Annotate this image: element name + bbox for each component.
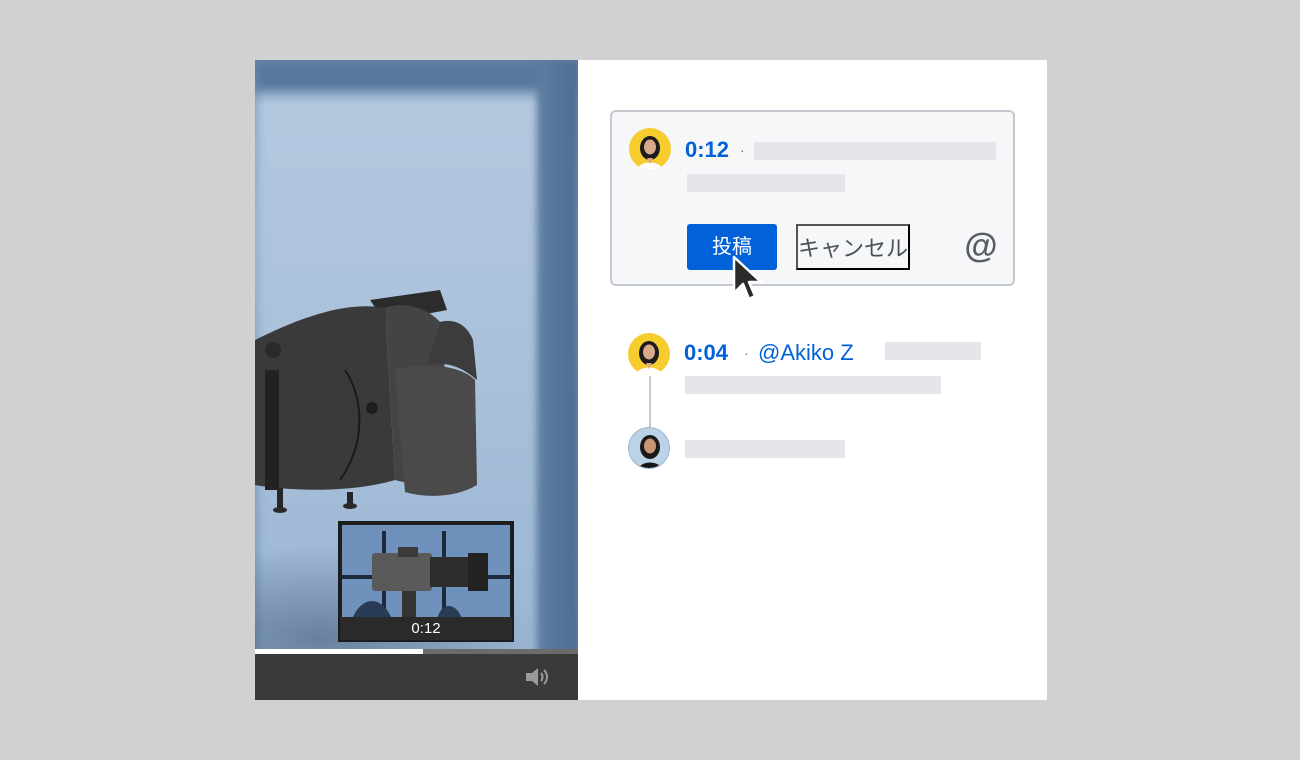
comment-timestamp[interactable]: 0:12 <box>685 137 729 163</box>
cancel-button[interactable]: キャンセル <box>796 224 911 270</box>
comment-composer[interactable]: 0:12 · 投稿 キャンセル @ <box>610 110 1015 286</box>
camera-thumbnail-image <box>342 525 510 619</box>
thread-connector <box>649 376 651 430</box>
volume-icon[interactable] <box>524 666 552 688</box>
text-placeholder <box>685 440 845 458</box>
text-placeholder <box>685 376 941 394</box>
player-controls <box>255 654 578 700</box>
thumbnail-image <box>342 525 510 619</box>
thumbnail-timestamp: 0:12 <box>340 617 512 640</box>
mention-link[interactable]: @Akiko Z <box>758 340 854 366</box>
separator-dot: · <box>744 345 749 361</box>
video-player[interactable]: 0:12 <box>255 60 578 700</box>
text-placeholder <box>885 342 981 360</box>
user-avatar-image <box>637 136 663 170</box>
text-placeholder <box>754 142 996 160</box>
app-frame: 0:12 0:12 · 投稿 キャンセル @ 0:04 · @Akiko Z <box>255 60 1047 700</box>
text-placeholder <box>687 174 845 192</box>
user-avatar-image <box>638 435 662 468</box>
avatar <box>628 427 670 469</box>
avatar <box>628 333 670 375</box>
separator-dot: · <box>740 142 745 158</box>
studio-light-image <box>255 290 477 513</box>
seek-thumbnail: 0:12 <box>338 521 514 642</box>
user-avatar-image <box>636 341 662 375</box>
comment-timestamp[interactable]: 0:04 <box>684 340 728 366</box>
avatar <box>629 128 671 170</box>
cursor-icon <box>732 255 763 301</box>
mention-icon[interactable]: @ <box>964 229 998 264</box>
